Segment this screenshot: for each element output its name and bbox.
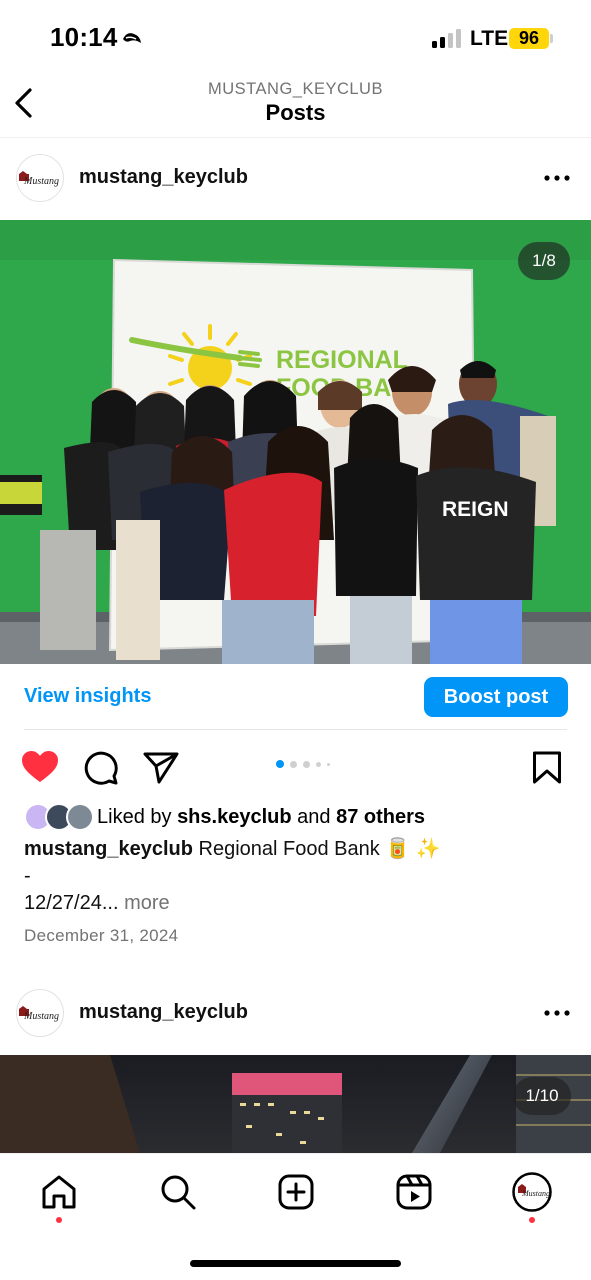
mustang-logo-icon: Mustang	[19, 1006, 59, 1022]
focus-mode-icon	[123, 33, 141, 43]
likes-user[interactable]: shs.keyclub	[177, 806, 292, 829]
page-header: MUSTANG_KEYCLUB Posts	[0, 72, 591, 138]
avatar	[66, 803, 94, 831]
post-photo[interactable]: REGIONAL FOOD BANK	[0, 220, 591, 664]
carousel-counter: 1/10	[513, 1077, 571, 1115]
caption-line-2: -	[24, 865, 31, 887]
tab-reels[interactable]	[394, 1172, 434, 1212]
signal-strength-icon	[432, 28, 461, 48]
battery-cap	[550, 34, 553, 43]
carousel-dot	[327, 762, 330, 766]
banner-text-line1: REGIONAL	[276, 346, 408, 374]
network-type: LTE	[470, 27, 509, 50]
tab-create[interactable]	[276, 1172, 316, 1212]
post-username[interactable]: mustang_keyclub	[79, 166, 248, 189]
profile-logo-text: Mustang	[521, 1189, 550, 1198]
group-photo-image: REGIONAL FOOD BANK	[0, 220, 591, 664]
likes-summary[interactable]: Liked by shs.keyclub and 87 others	[24, 803, 425, 831]
post-header: Mustang mustang_keyclub	[0, 138, 591, 220]
profile-avatar: Mustang	[512, 1172, 552, 1212]
carousel-dot	[290, 760, 297, 768]
avatar-logo-text: Mustang	[23, 1011, 59, 1022]
post-caption: mustang_keyclub Regional Food Bank 🥫 ✨ -…	[24, 836, 441, 917]
tab-search[interactable]	[158, 1172, 198, 1212]
shirt-text: REIGN	[442, 498, 509, 521]
boost-post-button[interactable]: Boost post	[424, 677, 568, 717]
carousel-dot	[316, 761, 321, 767]
post-username[interactable]: mustang_keyclub	[79, 1001, 248, 1024]
tab-home[interactable]	[39, 1172, 79, 1212]
comment-icon	[84, 751, 118, 785]
post-date: December 31, 2024	[24, 926, 179, 945]
caption-line-3: 12/27/24...	[24, 892, 119, 914]
insights-row: View insights Boost post	[0, 664, 591, 730]
night-city-image	[0, 1055, 591, 1153]
likes-prefix: Liked by	[97, 805, 172, 828]
avatar[interactable]: Mustang	[16, 989, 64, 1037]
more-horizontal-icon	[544, 1010, 570, 1016]
carousel-dot	[303, 760, 310, 768]
send-icon	[143, 752, 179, 784]
view-insights-link[interactable]: View insights	[24, 685, 151, 708]
tab-profile[interactable]: Mustang	[512, 1172, 552, 1212]
notification-dot	[529, 1217, 535, 1223]
search-icon	[161, 1175, 196, 1210]
more-options-button[interactable]	[541, 1001, 575, 1025]
header-username: MUSTANG_KEYCLUB	[208, 80, 383, 98]
status-bar: 10:14 LTE 96	[0, 0, 591, 72]
carousel-dots	[276, 760, 330, 768]
share-button[interactable]	[143, 751, 179, 790]
carousel-dot-active	[276, 760, 284, 768]
status-time: 10:14	[50, 22, 118, 52]
caption-text: Regional Food Bank 🥫 ✨	[198, 838, 441, 860]
caption-username[interactable]: mustang_keyclub	[24, 838, 193, 860]
home-indicator	[190, 1260, 401, 1267]
likes-others[interactable]: 87 others	[336, 806, 425, 829]
bookmark-icon	[533, 751, 561, 784]
reels-icon	[396, 1174, 432, 1210]
comment-button[interactable]	[83, 750, 119, 791]
caption-more-link[interactable]: more	[124, 892, 170, 914]
liker-avatars	[24, 803, 94, 831]
battery-level: 96	[509, 28, 549, 49]
save-button[interactable]	[532, 751, 562, 790]
post-photo-2[interactable]: 1/10	[0, 1055, 591, 1153]
create-icon	[278, 1174, 314, 1210]
like-button[interactable]	[21, 750, 59, 789]
home-icon	[42, 1175, 76, 1209]
divider	[24, 729, 567, 730]
carousel-counter: 1/8	[518, 242, 570, 280]
mustang-logo-icon: Mustang	[19, 171, 59, 187]
post-header-2: Mustang mustang_keyclub	[0, 973, 591, 1055]
page-title: Posts	[265, 100, 326, 125]
notification-dot	[56, 1217, 62, 1223]
avatar[interactable]: Mustang	[16, 154, 64, 202]
more-horizontal-icon	[544, 175, 570, 181]
likes-and: and	[297, 805, 331, 828]
more-options-button[interactable]	[541, 166, 575, 190]
avatar-logo-text: Mustang	[23, 176, 59, 187]
heart-filled-icon	[22, 751, 58, 782]
